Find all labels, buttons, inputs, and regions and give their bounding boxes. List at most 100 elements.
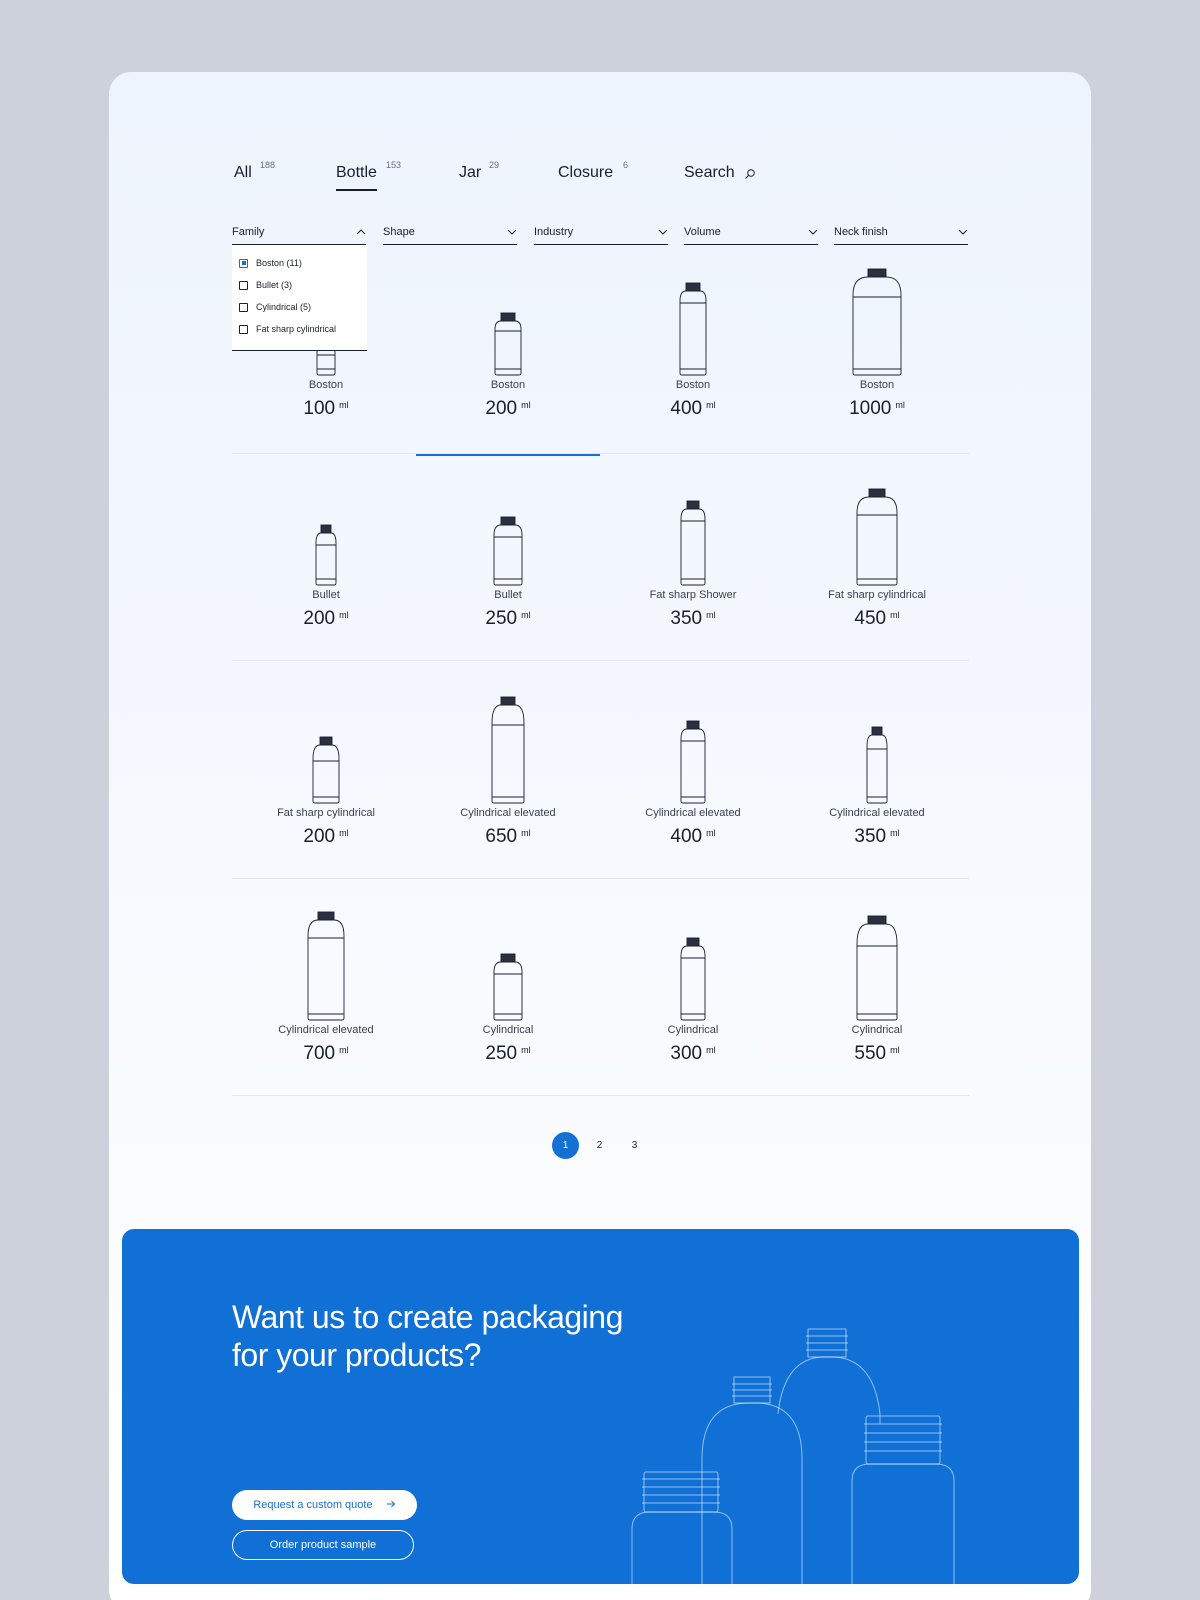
tab-all[interactable]: All 188: [234, 160, 275, 182]
product-volume: 400 ml: [601, 398, 785, 420]
bottle-illustration: [494, 312, 522, 376]
bottle-illustration: [680, 500, 706, 586]
product-volume: 250 ml: [416, 608, 600, 630]
page-3-button[interactable]: 3: [621, 1132, 648, 1159]
family-option-boston[interactable]: Boston (11): [239, 256, 302, 270]
filter-shape[interactable]: Shape: [383, 225, 517, 245]
tab-bottle[interactable]: Bottle 153: [336, 160, 401, 191]
page-2-button[interactable]: 2: [586, 1132, 613, 1159]
arrow-right-icon: [386, 1500, 395, 1508]
bottle-illustration: [493, 516, 523, 586]
product-card[interactable]: Cylindrical elevated 400 ml: [601, 673, 785, 889]
bottle-body: [315, 532, 337, 586]
order-sample-button[interactable]: Order product sample: [232, 1530, 414, 1560]
checkbox[interactable]: [239, 302, 248, 312]
bottle-illustration: [493, 953, 523, 1021]
volume-value: 400: [670, 826, 703, 847]
product-name: Fat sharp cylindrical: [828, 589, 926, 601]
product-card[interactable]: Fat sharp Shower 350 ml: [601, 455, 785, 671]
filter-industry[interactable]: Industry: [534, 225, 668, 245]
product-volume: 350 ml: [601, 608, 785, 630]
filter-family[interactable]: Family: [232, 225, 366, 245]
tab-closure[interactable]: Closure 6: [558, 160, 628, 182]
product-name: Bullet: [312, 589, 340, 601]
bottle-illustration: [680, 937, 706, 1021]
volume-unit: ml: [339, 400, 349, 410]
volume-unit: ml: [890, 828, 900, 838]
product-name: Cylindrical: [851, 1024, 903, 1036]
volume-value: 450: [854, 608, 887, 629]
product-volume: 250 ml: [416, 1043, 600, 1065]
bottle-body: [316, 346, 336, 376]
bottle-body: [679, 290, 707, 376]
bottle-illustration: [307, 911, 345, 1021]
bottle-body: [866, 734, 888, 804]
product-card[interactable]: Boston 200 ml: [416, 245, 600, 461]
product-name: Boston: [859, 379, 895, 391]
family-option-label: Fat sharp cylindrical: [256, 324, 337, 334]
product-name: Cylindrical elevated: [829, 807, 925, 819]
volume-value: 200: [303, 608, 336, 629]
bottle-body: [856, 923, 898, 1021]
cta-title-line-2: for your products?: [232, 1337, 481, 1373]
tab-jar-count: 29: [489, 160, 500, 170]
tab-closure-label: Closure: [558, 164, 614, 181]
request-quote-button[interactable]: Request a custom quote: [232, 1490, 417, 1520]
bottle-cap: [686, 720, 700, 730]
bottle-cap: [871, 726, 883, 736]
product-card[interactable]: Fat sharp cylindrical 200 ml: [234, 673, 418, 889]
category-tabs: All 188 Bottle 153 Jar 29 Closure 6 Sear…: [234, 160, 794, 194]
product-card[interactable]: Cylindrical 300 ml: [601, 890, 785, 1106]
product-card[interactable]: Cylindrical 550 ml: [785, 890, 969, 1106]
page-1-button[interactable]: 1: [552, 1132, 579, 1159]
product-name: Cylindrical: [667, 1024, 719, 1036]
chevron-down-icon: [808, 229, 818, 235]
tab-bottle-count: 153: [386, 160, 402, 170]
product-card[interactable]: Boston 1000 ml: [785, 245, 969, 461]
product-card[interactable]: Boston 400 ml: [601, 245, 785, 461]
product-card[interactable]: Fat sharp cylindrical 450 ml: [785, 455, 969, 671]
tab-jar-label: Jar: [459, 164, 482, 181]
volume-unit: ml: [521, 400, 531, 410]
tab-search-label: Search: [684, 164, 735, 181]
checkbox-checked[interactable]: [239, 258, 248, 268]
family-option-fat-sharp-cylindrical[interactable]: Fat sharp cylindrical: [239, 322, 336, 336]
bottle-cap: [500, 696, 516, 706]
bottle-body: [680, 945, 706, 1021]
bottle-illustration: [680, 720, 706, 804]
product-name: Cylindrical: [482, 1024, 534, 1036]
volume-value: 350: [854, 826, 887, 847]
product-name: Fat sharp cylindrical: [277, 807, 375, 819]
filter-neck-finish[interactable]: Neck finish: [834, 225, 968, 245]
product-card[interactable]: Cylindrical elevated 650 ml: [416, 673, 600, 889]
search-icon: [745, 169, 755, 179]
family-dropdown: Boston (11) Bullet (3) Cylindrical (5) F…: [232, 245, 367, 351]
bottle-cap: [685, 282, 701, 292]
product-card[interactable]: Bullet 200 ml: [234, 455, 418, 671]
product-card[interactable]: Cylindrical 250 ml: [416, 890, 600, 1106]
volume-value: 700: [303, 1043, 336, 1064]
checkbox[interactable]: [239, 324, 248, 334]
product-volume: 350 ml: [785, 826, 969, 848]
product-card[interactable]: Cylindrical elevated 700 ml: [234, 890, 418, 1106]
volume-unit: ml: [895, 400, 905, 410]
family-option-bullet[interactable]: Bullet (3): [239, 278, 292, 292]
bottle-illustration: [315, 524, 337, 586]
bottle-illustration: [852, 268, 902, 376]
product-card[interactable]: Bullet 250 ml: [416, 455, 600, 671]
row-divider: [232, 878, 969, 879]
family-option-label: Boston (11): [256, 258, 302, 268]
bottle-cap: [500, 953, 516, 963]
tab-all-count: 188: [260, 160, 276, 170]
tab-jar[interactable]: Jar 29: [459, 160, 499, 182]
checkbox[interactable]: [239, 280, 248, 290]
product-name: Cylindrical elevated: [278, 1024, 374, 1036]
bottle-body: [307, 919, 345, 1021]
filter-volume[interactable]: Volume: [684, 225, 818, 245]
tab-search[interactable]: Search: [684, 164, 755, 182]
family-option-cylindrical[interactable]: Cylindrical (5): [239, 300, 311, 314]
product-volume: 450 ml: [785, 608, 969, 630]
product-card[interactable]: Cylindrical elevated 350 ml: [785, 673, 969, 889]
volume-unit: ml: [521, 1045, 531, 1055]
bottle-cap: [500, 516, 516, 526]
